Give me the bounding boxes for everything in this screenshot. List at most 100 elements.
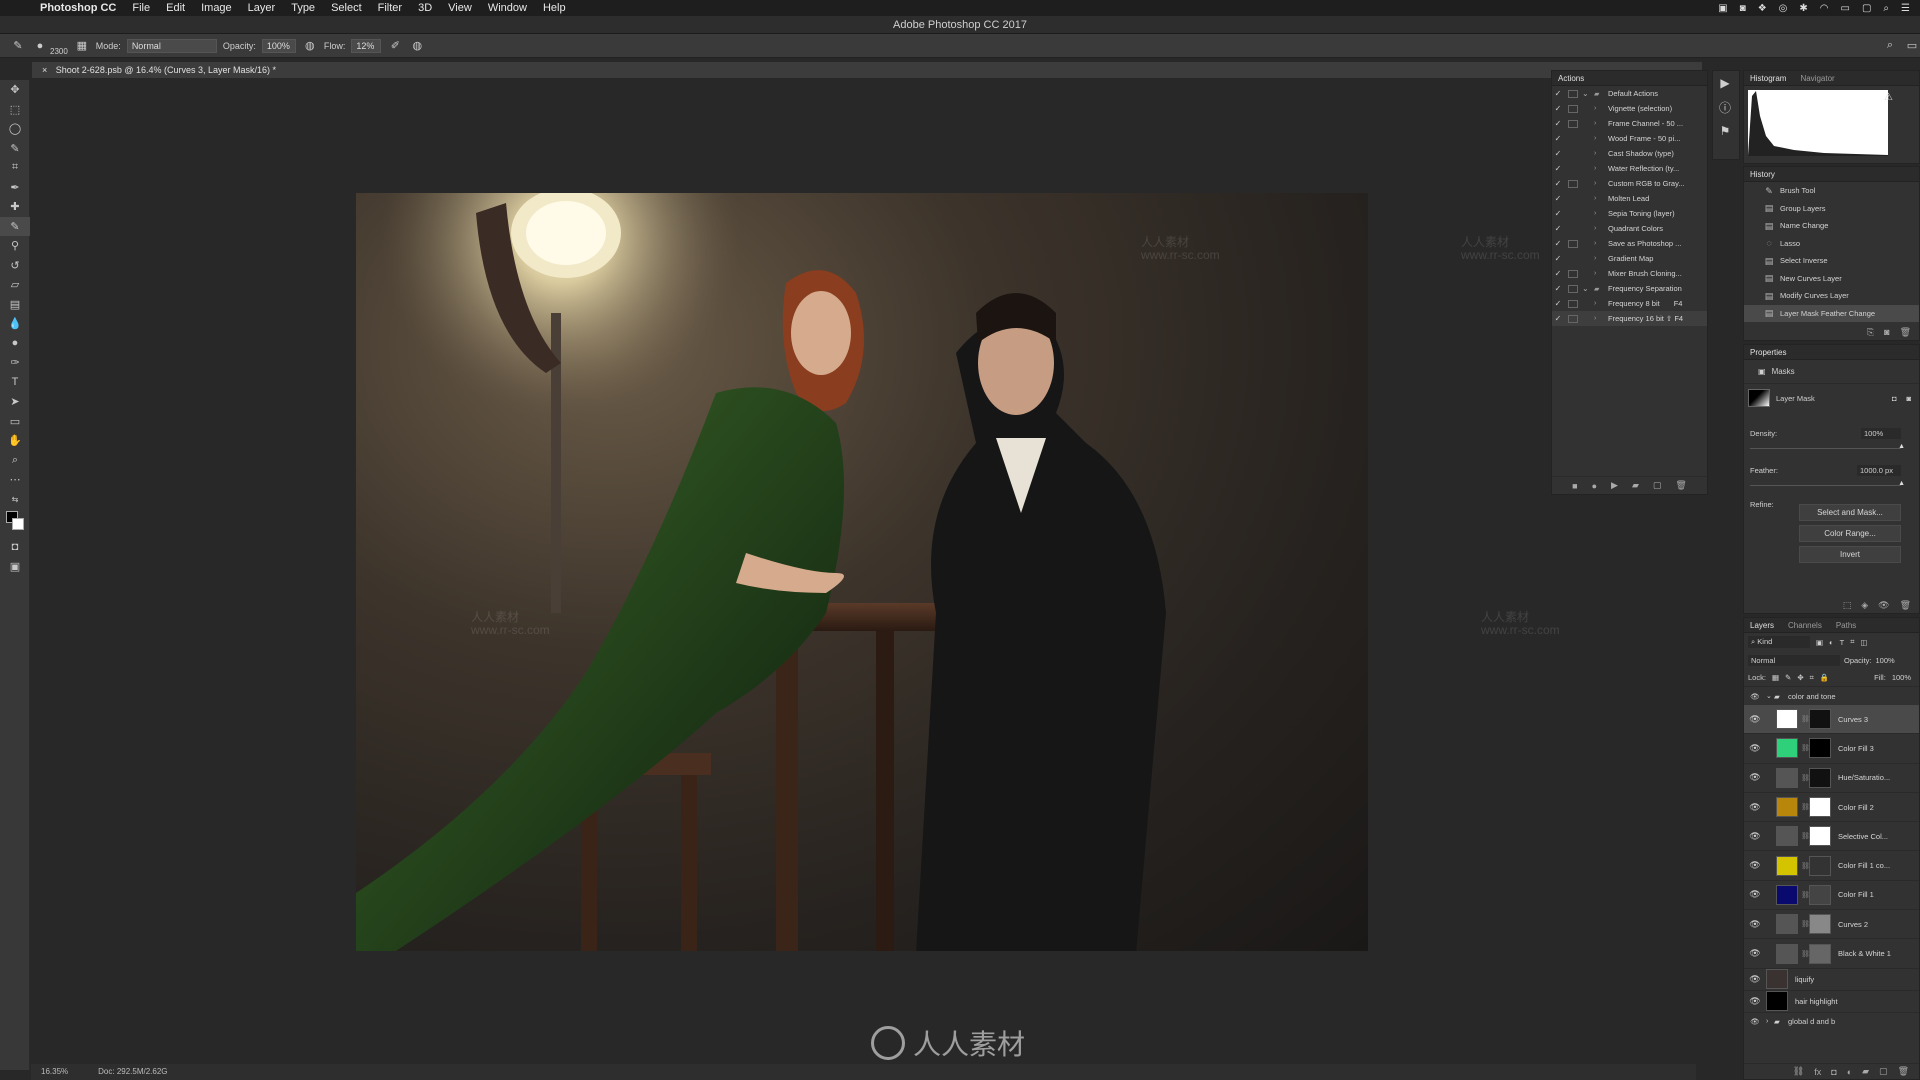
group-expand-icon[interactable]: ⌄ <box>1766 692 1774 700</box>
dialog-toggle-icon[interactable] <box>1568 225 1578 233</box>
list-icon[interactable]: ☰ <box>1901 3 1910 14</box>
select-and-mask-button[interactable]: Select and Mask... <box>1799 504 1901 521</box>
layer-thumbnail[interactable] <box>1776 855 1798 876</box>
menu-3d[interactable]: 3D <box>410 2 440 14</box>
visibility-eye-icon[interactable]: 👁 <box>1744 974 1766 985</box>
filter-smart-icon[interactable]: ◫ <box>1860 638 1867 647</box>
wifi-icon[interactable]: ◠ <box>1820 3 1829 14</box>
visibility-eye-icon[interactable]: 👁 <box>1744 860 1766 871</box>
feather-value[interactable]: 1000.0 px <box>1857 465 1901 476</box>
action-row[interactable]: ✓ › Vignette (selection) <box>1552 101 1707 116</box>
expand-icon[interactable]: ⌄ <box>1582 284 1594 293</box>
menu-type[interactable]: Type <box>283 2 323 14</box>
lock-transparent-icon[interactable]: ▦ <box>1772 673 1779 682</box>
checkmark-icon[interactable]: ✓ <box>1552 179 1564 188</box>
feather-slider[interactable]: ▲ <box>1750 480 1905 487</box>
dodge-tool-icon[interactable]: ● <box>0 334 30 354</box>
background-color[interactable] <box>12 518 24 530</box>
menu-image[interactable]: Image <box>193 2 240 14</box>
layer-thumbnail[interactable] <box>1776 884 1798 905</box>
action-row[interactable]: ✓ › Cast Shadow (type) <box>1552 146 1707 161</box>
layer-row[interactable]: 👁 ⛓ Selective Col... <box>1744 822 1919 852</box>
lock-artboard-icon[interactable]: ⌗ <box>1810 673 1814 683</box>
density-slider-handle[interactable]: ▲ <box>1898 443 1905 450</box>
fx-icon[interactable]: fx <box>1814 1067 1821 1077</box>
visibility-eye-icon[interactable]: 👁 <box>1744 948 1766 959</box>
play-panel-icon[interactable]: ▶ <box>1713 71 1737 95</box>
blur-tool-icon[interactable]: 💧 <box>0 314 30 334</box>
crop-tool-icon[interactable]: ⌗ <box>0 158 30 178</box>
visibility-eye-icon[interactable]: 👁 <box>1744 772 1766 783</box>
tab-properties[interactable]: Properties <box>1750 345 1786 359</box>
group-color-and-tone[interactable]: 👁 ⌄ ▰ color and tone <box>1744 687 1919 705</box>
density-slider[interactable]: ▲ <box>1750 443 1905 450</box>
dialog-toggle-icon[interactable] <box>1568 255 1578 263</box>
mask-link-icon[interactable]: ⛓ <box>1801 774 1810 782</box>
new-layer-icon[interactable]: ▢ <box>1879 1066 1888 1077</box>
menu-select[interactable]: Select <box>323 2 370 14</box>
checkmark-icon[interactable]: ✓ <box>1552 284 1564 293</box>
chevron-right-icon[interactable]: › <box>1594 120 1604 127</box>
dialog-toggle-icon[interactable] <box>1568 269 1578 278</box>
chevron-right-icon[interactable]: › <box>1594 255 1604 262</box>
info-icon[interactable]: ⓘ <box>1713 95 1737 119</box>
expand-icon[interactable]: ⌄ <box>1582 89 1594 98</box>
dialog-toggle-icon[interactable] <box>1568 119 1578 128</box>
filter-pixel-icon[interactable]: ▣ <box>1816 638 1823 647</box>
layer-opacity-value[interactable]: 100% <box>1876 656 1895 665</box>
new-adjustment-icon[interactable]: ◐ <box>1847 1067 1852 1077</box>
type-tool-icon[interactable]: T <box>0 373 30 393</box>
chevron-right-icon[interactable]: › <box>1594 180 1604 187</box>
actions-tab[interactable]: Actions <box>1558 71 1584 85</box>
layer-row[interactable]: 👁 ⛓ Black & White 1 <box>1744 939 1919 969</box>
fill-value[interactable]: 100% <box>1892 673 1911 682</box>
lock-all-icon[interactable]: 🔒 <box>1820 673 1829 682</box>
color-range-button[interactable]: Color Range... <box>1799 525 1901 542</box>
checkmark-icon[interactable]: ✓ <box>1552 209 1564 218</box>
checkmark-icon[interactable]: ✓ <box>1552 119 1564 128</box>
search-tool-icon[interactable]: ⌕ <box>1882 38 1898 54</box>
add-mask-icon[interactable]: ◘ <box>1831 1067 1836 1077</box>
history-state[interactable]: ◌ Lasso <box>1744 235 1919 253</box>
dialog-toggle-icon[interactable] <box>1568 135 1578 143</box>
layer-mask-thumbnail[interactable] <box>1809 914 1831 935</box>
load-selection-icon[interactable]: ⬚ <box>1843 600 1852 611</box>
layer-row[interactable]: 👁 ⛓ Color Fill 1 co... <box>1744 851 1919 881</box>
history-state[interactable]: ▤ Modify Curves Layer <box>1744 287 1919 305</box>
path-select-tool-icon[interactable]: ➤ <box>0 392 30 412</box>
menu-help[interactable]: Help <box>535 2 574 14</box>
lasso-tool-icon[interactable]: ◯ <box>0 119 30 139</box>
dialog-toggle-icon[interactable] <box>1568 284 1578 293</box>
screen-icon[interactable]: ▣ <box>1718 3 1727 14</box>
pressure-size-icon[interactable]: ◍ <box>409 38 425 54</box>
mode-select[interactable]: Normal <box>126 38 217 53</box>
zoom-tool-icon[interactable]: ⌕ <box>0 451 30 471</box>
visibility-eye-icon[interactable]: 👁 <box>1744 996 1766 1007</box>
visibility-eye-icon[interactable]: 👁 <box>1878 600 1889 611</box>
pixel-mask-icon[interactable]: ▣ <box>1758 367 1766 376</box>
chevron-right-icon[interactable]: › <box>1594 270 1604 277</box>
history-state[interactable]: ✎ Brush Tool <box>1744 182 1919 200</box>
dialog-toggle-icon[interactable] <box>1568 299 1578 308</box>
checkmark-icon[interactable]: ✓ <box>1552 314 1564 323</box>
visibility-eye-icon[interactable]: 👁 <box>1744 692 1766 701</box>
dialog-toggle-icon[interactable] <box>1568 104 1578 113</box>
airplay-icon[interactable]: ▭ <box>1841 3 1850 14</box>
menu-window[interactable]: Window <box>480 2 535 14</box>
add-pixel-mask-icon[interactable]: ◘ <box>1892 394 1897 403</box>
action-row[interactable]: ✓ › Water Reflection (ty... <box>1552 161 1707 176</box>
mask-link-icon[interactable]: ⛓ <box>1801 744 1810 752</box>
clone-stamp-tool-icon[interactable]: ⚲ <box>0 236 30 256</box>
action-row[interactable]: ✓ › Custom RGB to Gray... <box>1552 176 1707 191</box>
chevron-right-icon[interactable]: › <box>1594 300 1604 307</box>
action-row[interactable]: ✓ › Frequency 16 bit ⇧ F4 <box>1552 311 1707 326</box>
action-row[interactable]: ✓ › Molten Lead <box>1552 191 1707 206</box>
adjust-icon[interactable]: ⚑ <box>1713 119 1737 143</box>
blend-mode-select[interactable]: Normal <box>1748 654 1840 666</box>
menu-layer[interactable]: Layer <box>240 2 284 14</box>
layer-row[interactable]: 👁 ⛓ Curves 2 <box>1744 910 1919 940</box>
dialog-toggle-icon[interactable] <box>1568 239 1578 248</box>
new-document-from-state-icon[interactable]: ⎘ <box>1867 327 1874 338</box>
action-row[interactable]: ✓ › Wood Frame - 50 pi... <box>1552 131 1707 146</box>
play-icon[interactable]: ▶ <box>1611 480 1618 491</box>
